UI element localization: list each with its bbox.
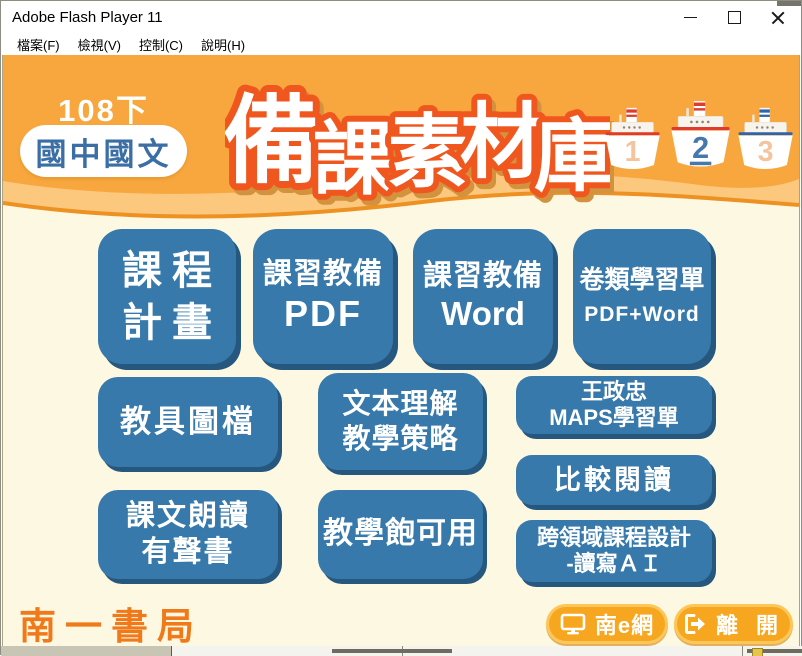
menu-item-0[interactable]: 檔案(F) bbox=[8, 33, 69, 56]
button-label: 課習教備 bbox=[263, 257, 383, 292]
nane-web-button[interactable]: 南e網 bbox=[546, 604, 668, 644]
exit-button[interactable]: 離 開 bbox=[674, 604, 793, 644]
semester-label: 108下 bbox=[20, 85, 187, 130]
svg-text:備: 備 bbox=[225, 88, 319, 195]
button-label: -讀寫ＡＩ bbox=[566, 551, 661, 577]
svg-text:課: 課 bbox=[313, 115, 393, 203]
button-teaching-bao[interactable]: 教學飽可用 bbox=[318, 490, 483, 579]
menu-item-3[interactable]: 說明(H) bbox=[192, 33, 254, 56]
monitor-icon bbox=[560, 613, 586, 635]
app-title: 備課素材庫 bbox=[225, 59, 610, 203]
title-bar: Adobe Flash Player 11 bbox=[2, 2, 800, 33]
subject-badge: 國中國文 bbox=[20, 125, 187, 177]
button-curriculum-plan[interactable]: 課程計畫 bbox=[98, 229, 236, 364]
subject-badge-label: 國中國文 bbox=[36, 129, 172, 174]
button-text-comprehension[interactable]: 文本理解教學策略 bbox=[318, 373, 483, 470]
button-label: 教學策略 bbox=[342, 422, 458, 456]
button-cross-domain-ai[interactable]: 跨領域課程設計-讀寫ＡＩ bbox=[516, 520, 712, 582]
button-label: PDF+Word bbox=[584, 302, 700, 328]
menu-item-1[interactable]: 檢視(V) bbox=[69, 33, 130, 56]
button-label: 課習教備 bbox=[423, 259, 543, 294]
button-label: 跨領域課程設計 bbox=[537, 525, 691, 551]
button-label: 文本理解 bbox=[342, 387, 458, 421]
button-label: 王政忠 bbox=[581, 379, 647, 405]
close-icon bbox=[771, 11, 785, 25]
button-label: MAPS學習單 bbox=[549, 405, 679, 431]
button-label: 比較閱讀 bbox=[554, 464, 674, 497]
button-maps-worksheet[interactable]: 王政忠MAPS學習單 bbox=[516, 376, 712, 434]
svg-text:2: 2 bbox=[692, 131, 709, 165]
button-label: 課程 bbox=[122, 245, 222, 297]
svg-text:3: 3 bbox=[758, 136, 774, 168]
button-guide-word[interactable]: 課習教備Word bbox=[413, 229, 553, 364]
svg-text:材: 材 bbox=[460, 97, 542, 188]
window-controls bbox=[668, 2, 800, 33]
button-guide-pdf[interactable]: 課習教備PDF bbox=[253, 229, 393, 364]
menu-item-2[interactable]: 控制(C) bbox=[130, 33, 192, 56]
minimize-button[interactable] bbox=[668, 2, 712, 33]
maximize-icon bbox=[728, 11, 741, 24]
button-label: Word bbox=[441, 294, 525, 334]
button-label: 教學飽可用 bbox=[323, 516, 478, 553]
maximize-button[interactable] bbox=[712, 2, 756, 33]
button-label: PDF bbox=[284, 292, 362, 336]
nane-web-label: 南e網 bbox=[595, 608, 654, 640]
ship-page-1[interactable]: 1 bbox=[605, 108, 659, 169]
button-audio-book[interactable]: 課文朗讀有聲書 bbox=[98, 490, 278, 579]
exit-arrow-icon bbox=[683, 613, 707, 635]
button-compare-reading[interactable]: 比較閱讀 bbox=[516, 455, 712, 505]
exit-label: 離 開 bbox=[716, 608, 784, 640]
button-label: 教具圖檔 bbox=[120, 403, 256, 441]
ship-page-2[interactable]: 2 bbox=[672, 101, 730, 167]
ship-page-3[interactable]: 3 bbox=[738, 108, 792, 169]
menu-bar: 檔案(F)檢視(V)控制(C)說明(H) bbox=[2, 33, 800, 55]
minimize-icon bbox=[684, 17, 697, 18]
svg-text:庫: 庫 bbox=[534, 112, 610, 201]
button-teaching-aids[interactable]: 教具圖檔 bbox=[98, 377, 278, 467]
button-worksheets-pdf-word[interactable]: 卷類學習單 PDF+Word bbox=[573, 229, 711, 364]
button-label: 有聲書 bbox=[141, 535, 234, 570]
flash-stage: 108下 國中國文 備課素材庫 123 課程計畫課習教備PDF課習教備Word卷… bbox=[2, 55, 800, 646]
close-button[interactable] bbox=[756, 2, 800, 33]
button-label: 課文朗讀 bbox=[126, 499, 250, 534]
background-window-corner bbox=[777, 1, 801, 6]
svg-text:素: 素 bbox=[388, 108, 468, 197]
svg-text:1: 1 bbox=[625, 136, 641, 168]
table-text bbox=[332, 649, 452, 653]
button-label: 卷類學習單 bbox=[579, 265, 704, 296]
publisher-logo: 南一書局 bbox=[19, 596, 203, 646]
window-title: Adobe Flash Player 11 bbox=[2, 9, 668, 26]
page-ships: 1 2 3 bbox=[605, 101, 797, 193]
button-label: 計畫 bbox=[122, 297, 222, 349]
flash-player-window: Adobe Flash Player 11 檔案(F)檢視(V)控制(C)說明(… bbox=[0, 0, 802, 655]
